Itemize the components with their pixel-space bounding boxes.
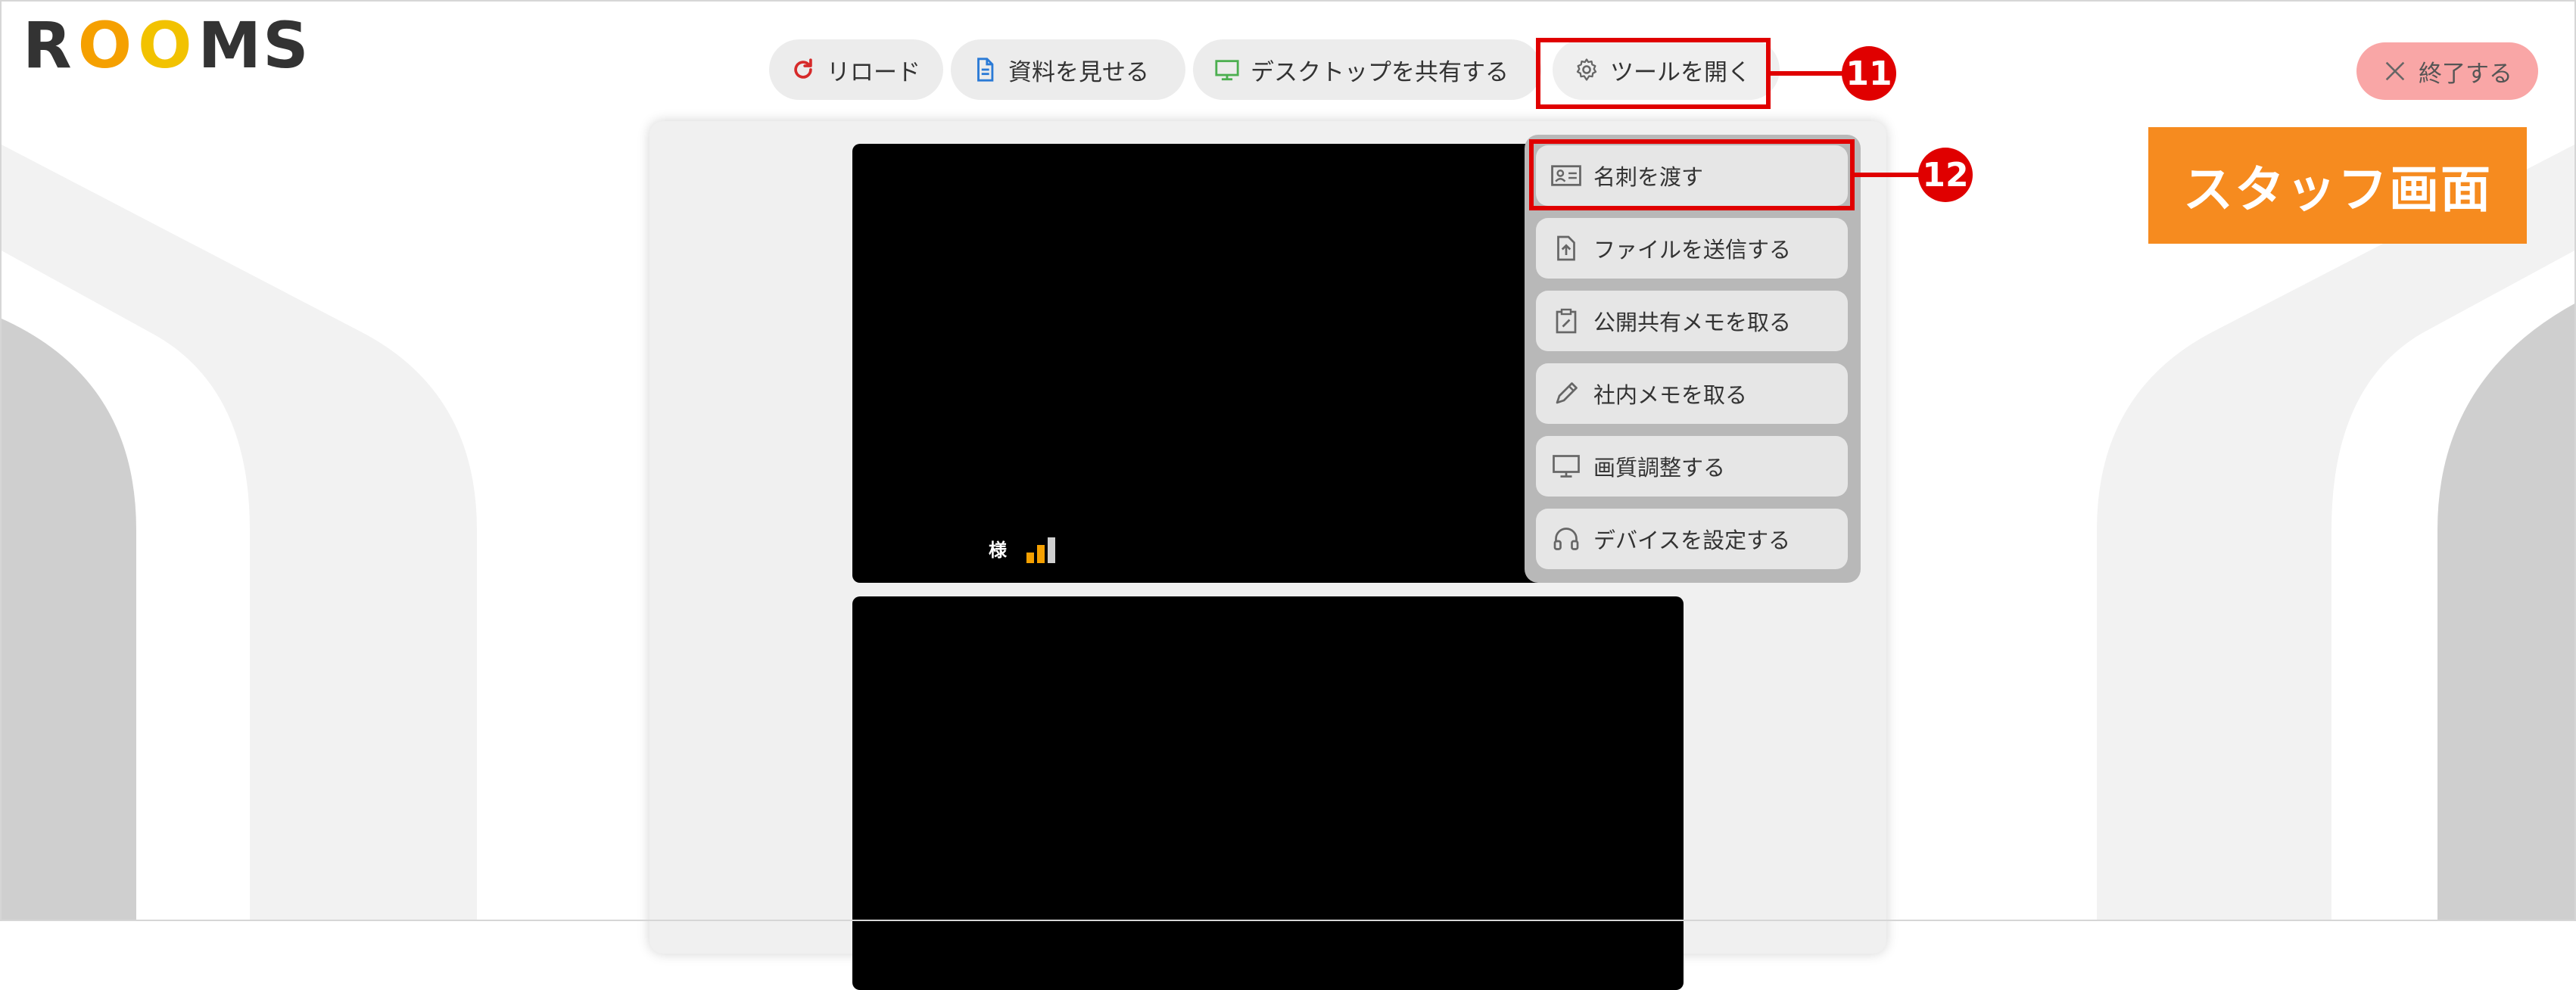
menu-item-label: 画質調整する: [1593, 455, 1726, 481]
share-desktop-label: デスクトップを共有する: [1251, 58, 1509, 86]
show-documents-button[interactable]: 資料を見せる: [951, 39, 1185, 100]
signal-bar-2: [1037, 545, 1045, 563]
desktop-icon: [1215, 60, 1239, 81]
video-feed-self: [852, 596, 1684, 990]
participant-name: 様: [989, 540, 1007, 561]
menu-item-give-business-card[interactable]: 名刺を渡す: [1536, 145, 1848, 206]
rooms-logo: R O O MS: [23, 8, 310, 82]
logo-letter-r: R: [23, 8, 73, 82]
menu-item-adjust-quality[interactable]: 画質調整する: [1536, 436, 1848, 497]
signal-strength-icon: [1026, 537, 1055, 563]
document-icon: [977, 58, 994, 82]
reload-button[interactable]: リロード: [769, 39, 943, 100]
open-tools-label: ツールを開く: [1610, 58, 1751, 86]
menu-item-label: ファイルを送信する: [1593, 237, 1792, 263]
open-tools-button[interactable]: ツールを開く: [1553, 39, 1780, 100]
callout-badge-11: 11: [1842, 46, 1896, 101]
end-session-button[interactable]: 終了する: [2356, 42, 2538, 100]
menu-item-internal-memo[interactable]: 社内メモを取る: [1536, 363, 1848, 424]
menu-item-label: 社内メモを取る: [1593, 382, 1748, 408]
menu-item-public-memo[interactable]: 公開共有メモを取る: [1536, 291, 1848, 351]
staff-screen-label: スタッフ画面: [2148, 127, 2527, 244]
callout-line-11: [1771, 71, 1846, 76]
end-session-label: 終了する: [2419, 60, 2512, 88]
gear-icon: [1576, 58, 1597, 81]
file-upload-icon: [1557, 235, 1575, 261]
reload-label: リロード: [827, 58, 920, 86]
share-desktop-button[interactable]: デスクトップを共有する: [1193, 39, 1541, 100]
monitor-icon: [1553, 455, 1580, 478]
callout-badge-12: 12: [1918, 148, 1973, 202]
clipboard-memo-icon: [1556, 308, 1577, 334]
callout-line-12: [1855, 173, 1923, 177]
menu-item-label: 名刺を渡す: [1593, 164, 1704, 190]
signal-bar-1: [1026, 553, 1034, 563]
menu-item-send-file[interactable]: ファイルを送信する: [1536, 218, 1848, 279]
reload-icon: [794, 58, 812, 79]
menu-item-device-settings[interactable]: デバイスを設定する: [1536, 509, 1848, 569]
headset-icon: [1553, 528, 1579, 550]
menu-item-label: デバイスを設定する: [1593, 528, 1791, 553]
business-card-icon: [1551, 165, 1581, 186]
menu-item-label: 公開共有メモを取る: [1593, 310, 1792, 335]
logo-letter-o2: O: [138, 8, 194, 82]
show-documents-label: 資料を見せる: [1008, 58, 1149, 86]
tools-menu: 名刺を渡す ファイルを送信する 公開共有メモを取る 社内メモを取る 画質調整する: [1525, 135, 1861, 583]
logo-letters-ms: MS: [198, 8, 310, 82]
logo-letter-o1: O: [77, 8, 134, 82]
signal-bar-3: [1048, 537, 1055, 563]
pencil-icon: [1556, 382, 1578, 404]
close-icon: [2385, 61, 2405, 81]
